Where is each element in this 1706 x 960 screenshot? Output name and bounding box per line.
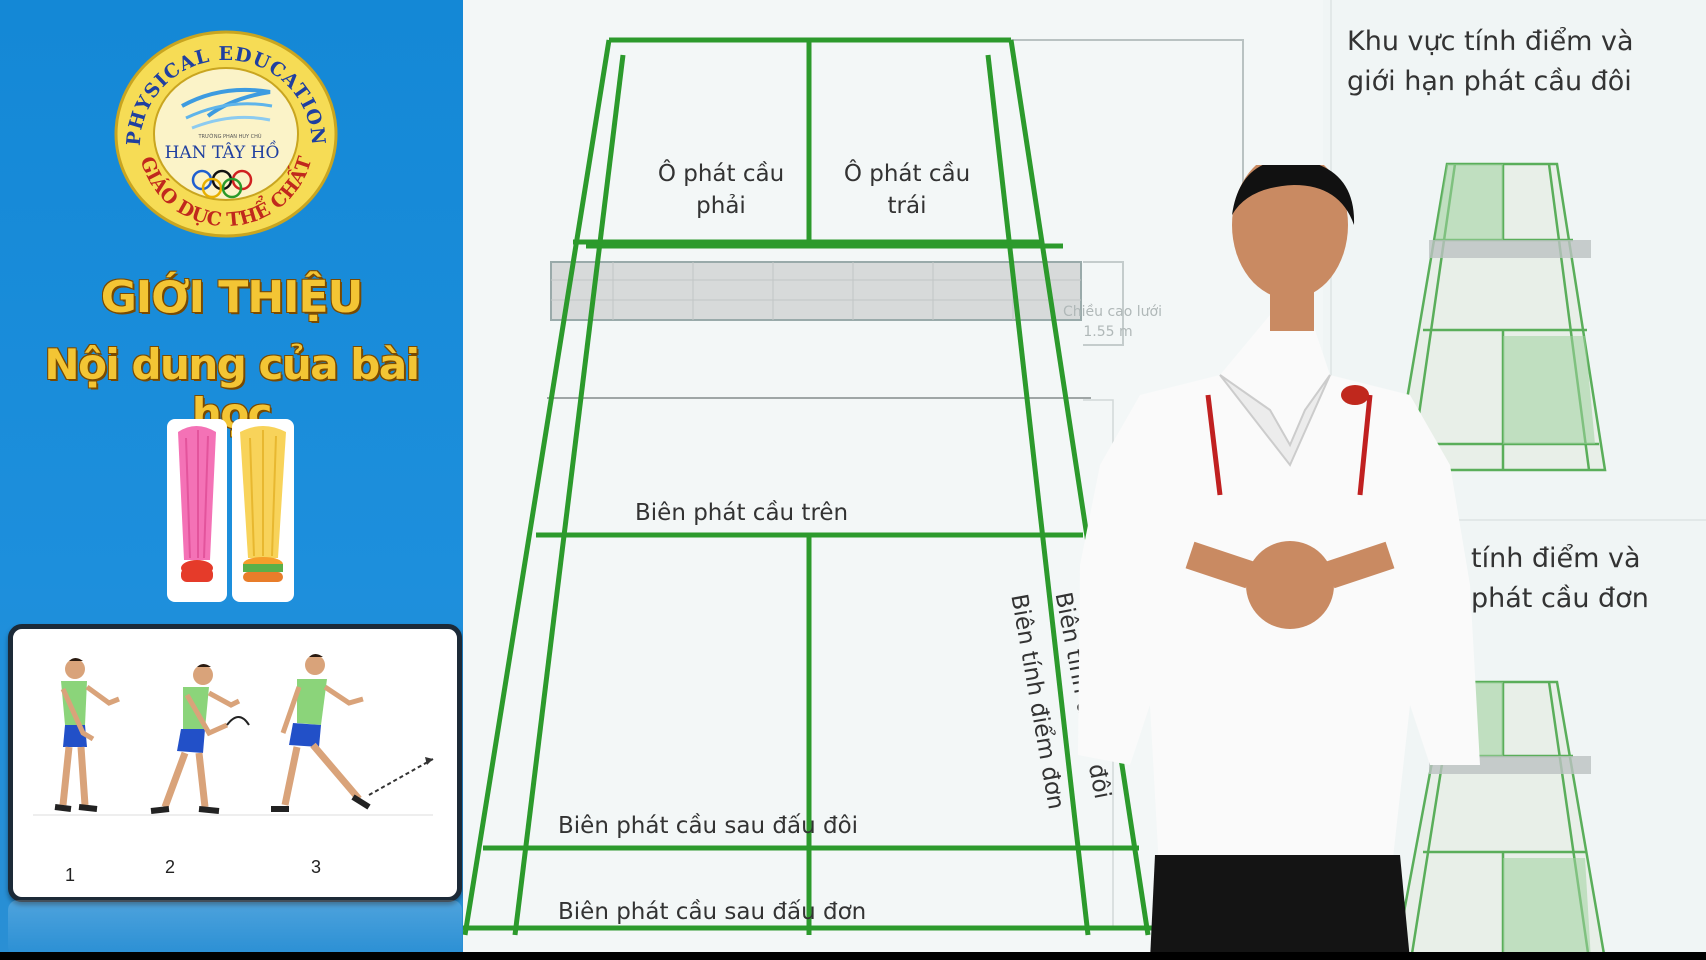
logo-center-text: HAN TÂY HỒ [165, 140, 280, 163]
service-box-right-label: Ô phát cầu phải [657, 161, 785, 219]
panel-reflection [8, 900, 462, 956]
player-figure-2 [150, 664, 250, 814]
upper-service-line-label: Biên phát cầu trên [635, 500, 849, 526]
lesson-sidebar: PHYSICAL EDUCATION GIÁO DỤC THỂ CHẤT TRƯ… [0, 0, 463, 960]
singles-long-service-line-label: Biên phát cầu sau đấu đơn [558, 899, 867, 925]
serve-steps-illustration [33, 654, 434, 816]
step-3-label: 3 [311, 857, 322, 877]
intro-title: GIỚI THIỆU [100, 272, 364, 323]
shuttlecocks-image [167, 419, 294, 602]
service-box-left-label: Ô phát cầu trái [843, 161, 971, 219]
step-2-label: 2 [165, 857, 176, 877]
presenter-image [1078, 165, 1480, 960]
legend-singles-label: tính điểm và phát cầu đơn [1471, 543, 1649, 614]
legend-doubles-label: Khu vực tính điểm và giới hạn phát cầu đ… [1347, 26, 1634, 97]
school-logo: PHYSICAL EDUCATION GIÁO DỤC THỂ CHẤT TRƯ… [114, 30, 338, 238]
doubles-long-service-line-label: Biên phát cầu sau đấu đôi [558, 813, 859, 839]
video-frame: Ô phát cầu phải Ô phát cầu trái Chiều ca… [463, 0, 1706, 960]
logo-small-text: TRƯỜNG PHAN HUY CHÚ [197, 133, 261, 140]
step-1-label: 1 [65, 865, 76, 885]
serve-technique-panel: 1 2 3 [8, 624, 462, 902]
player-figure-1 [54, 658, 120, 812]
player-figure-3 [271, 654, 434, 812]
video-bottom-border [0, 952, 1706, 960]
